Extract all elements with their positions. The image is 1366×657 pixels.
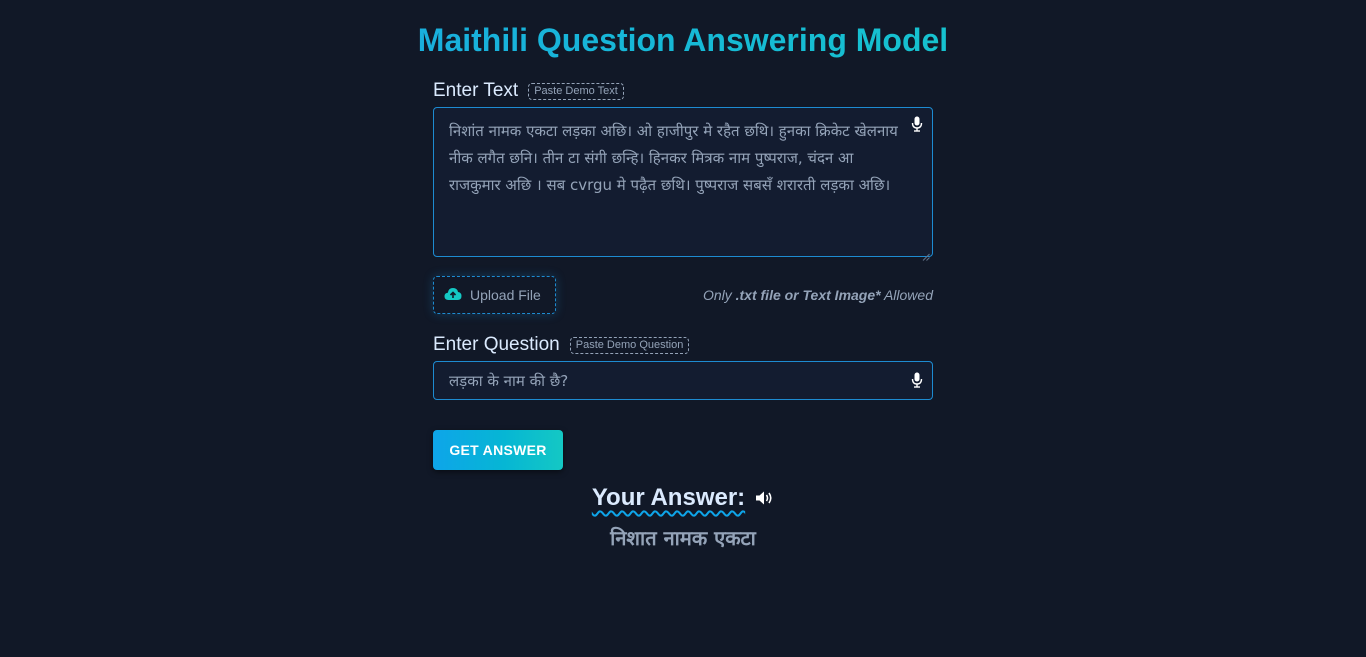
text-label-row: Enter Text Paste Demo Text [433, 79, 933, 103]
speaker-icon[interactable] [755, 490, 774, 506]
paste-demo-text-button[interactable]: Paste Demo Text [528, 82, 624, 100]
allowed-note-types: .txt file or Text Image* [735, 287, 881, 303]
microphone-icon[interactable] [911, 372, 923, 388]
resize-handle-icon[interactable] [922, 246, 930, 261]
paste-demo-question-button[interactable]: Paste Demo Question [569, 336, 690, 354]
allowed-note-suffix: Allowed [880, 287, 933, 303]
text-input-value[interactable]: निशांत नामक एकटा लड़का अछि। ओ हाजीपुर मे… [449, 118, 909, 199]
get-answer-button[interactable]: GET ANSWER [433, 430, 563, 470]
answer-heading-row: Your Answer: [0, 484, 1366, 512]
answer-value: निशात नामक एकटा [610, 526, 756, 550]
answer-heading: Your Answer: [591, 484, 746, 511]
cloud-upload-icon [444, 286, 462, 305]
question-input[interactable]: लड़का के नाम की छै? [433, 361, 933, 400]
question-label-row: Enter Question Paste Demo Question [433, 333, 933, 357]
allowed-note-prefix: Only [702, 287, 736, 303]
app-root: Maithili Question Answering Model Enter … [0, 0, 1366, 657]
question-input-value[interactable]: लड़का के नाम की छै? [449, 371, 568, 391]
upload-file-label: Upload File [470, 287, 541, 303]
allowed-files-note: Only .txt file or Text Image* Allowed [703, 287, 933, 303]
upload-file-button[interactable]: Upload File [433, 276, 556, 314]
enter-text-label: Enter Text [433, 80, 519, 101]
microphone-icon[interactable] [911, 116, 923, 132]
text-input-area[interactable]: निशांत नामक एकटा लड़का अछि। ओ हाजीपुर मे… [433, 107, 933, 261]
enter-question-label: Enter Question [433, 334, 560, 355]
page-title: Maithili Question Answering Model [0, 20, 1366, 60]
